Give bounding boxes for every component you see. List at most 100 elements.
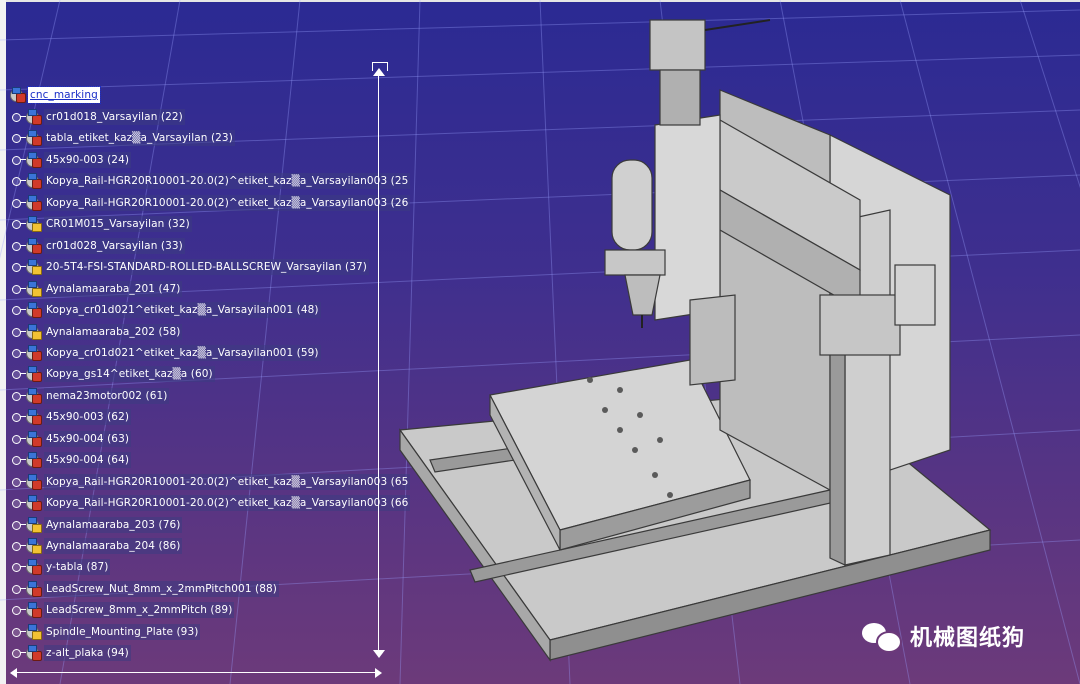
tree-item-label[interactable]: tabla_etiket_kaz▒a_Varsayilan (23) xyxy=(44,130,235,147)
expand-node-icon[interactable] xyxy=(10,494,26,512)
tree-item[interactable]: 45x90-004 (63) xyxy=(10,430,132,448)
tree-item[interactable]: Aynalamaaraba_201 (47) xyxy=(10,280,183,298)
tree-item-label[interactable]: 45x90-003 (24) xyxy=(44,151,132,168)
tree-item-label[interactable]: Kopya_gs14^etiket_kaz▒a (60) xyxy=(44,366,215,383)
expand-node-icon[interactable] xyxy=(10,323,26,341)
tree-item[interactable]: Kopya_Rail-HGR20R10001-20.0(2)^etiket_ka… xyxy=(10,172,411,190)
tree-item[interactable]: Aynalamaaraba_203 (76) xyxy=(10,516,183,534)
tree-item[interactable]: 45x90-003 (62) xyxy=(10,408,132,426)
expand-node-icon[interactable] xyxy=(10,580,26,598)
tree-part-icon xyxy=(26,409,42,426)
tree-part-icon xyxy=(26,473,42,490)
expand-node-icon[interactable] xyxy=(10,258,26,276)
tree-part-icon xyxy=(26,559,42,576)
expand-node-icon[interactable] xyxy=(10,644,26,662)
tree-item[interactable]: 45x90-003 (24) xyxy=(10,151,132,169)
tree-item-label[interactable]: Kopya_Rail-HGR20R10001-20.0(2)^etiket_ka… xyxy=(44,473,411,490)
expand-node-icon[interactable] xyxy=(10,280,26,298)
tree-item[interactable]: Kopya_Rail-HGR20R10001-20.0(2)^etiket_ka… xyxy=(10,473,411,491)
watermark-text: 机械图纸狗 xyxy=(910,626,1026,651)
tree-item[interactable]: Kopya_gs14^etiket_kaz▒a (60) xyxy=(10,365,215,383)
expand-node-icon[interactable] xyxy=(10,558,26,576)
tree-item-label[interactable]: nema23motor002 (61) xyxy=(44,387,170,404)
tree-item-label[interactable]: 45x90-004 (64) xyxy=(44,452,132,469)
expand-node-icon[interactable] xyxy=(10,601,26,619)
expand-node-icon[interactable] xyxy=(10,516,26,534)
tree-item-label[interactable]: Spindle_Mounting_Plate (93) xyxy=(44,623,201,640)
tree-item[interactable]: LeadScrew_Nut_8mm_x_2mmPitch001 (88) xyxy=(10,580,280,598)
expand-node-icon[interactable] xyxy=(10,129,26,147)
scroll-down-arrow-icon[interactable] xyxy=(373,650,385,658)
expand-node-icon[interactable] xyxy=(10,451,26,469)
expand-node-icon[interactable] xyxy=(10,537,26,555)
tree-part-icon xyxy=(26,452,42,469)
expand-node-icon[interactable] xyxy=(10,151,26,169)
tree-item[interactable]: LeadScrew_8mm_x_2mmPitch (89) xyxy=(10,601,235,619)
tree-part-icon xyxy=(26,302,42,319)
tree-item-label[interactable]: Kopya_Rail-HGR20R10001-20.0(2)^etiket_ka… xyxy=(44,495,411,512)
cnc-3d-model-viewport[interactable] xyxy=(390,10,1030,670)
tree-root-row[interactable]: cnc_marking xyxy=(10,86,101,104)
tree-item-label[interactable]: Kopya_cr01d021^etiket_kaz▒a_Varsayilan00… xyxy=(44,302,321,319)
expand-node-icon[interactable] xyxy=(10,172,26,190)
tree-vertical-scrollbar[interactable] xyxy=(370,62,388,668)
tree-item-label[interactable]: LeadScrew_Nut_8mm_x_2mmPitch001 (88) xyxy=(44,580,280,597)
tree-item[interactable]: 45x90-004 (64) xyxy=(10,451,132,469)
tree-horizontal-scrollbar[interactable] xyxy=(10,668,382,678)
tree-item-label[interactable]: Aynalamaaraba_202 (58) xyxy=(44,323,183,340)
expand-node-icon[interactable] xyxy=(10,344,26,362)
tree-item-label[interactable]: 20-5T4-FSI-STANDARD-ROLLED-BALLSCREW_Var… xyxy=(44,259,369,276)
tree-item[interactable]: Aynalamaaraba_204 (86) xyxy=(10,537,183,555)
scroll-up-arrow-icon[interactable] xyxy=(373,68,385,76)
tree-item-label[interactable]: Aynalamaaraba_204 (86) xyxy=(44,538,183,554)
tree-part-icon xyxy=(26,602,42,619)
expand-node-icon[interactable] xyxy=(10,215,26,233)
tree-part-icon xyxy=(26,173,42,190)
expand-node-icon[interactable] xyxy=(10,237,26,255)
product-root-icon xyxy=(10,87,26,103)
tree-part-icon xyxy=(26,237,42,254)
tree-item-label[interactable]: Kopya_cr01d021^etiket_kaz▒a_Varsayilan00… xyxy=(44,344,321,361)
expand-node-icon[interactable] xyxy=(10,623,26,641)
expand-node-icon[interactable] xyxy=(10,194,26,212)
scroll-left-arrow-icon[interactable] xyxy=(10,668,17,678)
expand-node-icon[interactable] xyxy=(10,430,26,448)
expand-node-icon[interactable] xyxy=(10,473,26,491)
tree-item[interactable]: Aynalamaaraba_202 (58) xyxy=(10,323,183,341)
tree-item[interactable]: cr01d018_Varsayilan (22) xyxy=(10,108,185,126)
tree-root-label[interactable]: cnc_marking xyxy=(27,86,101,104)
tree-item[interactable]: CR01M015_Varsayilan (32) xyxy=(10,215,192,233)
tree-item-label[interactable]: Aynalamaaraba_203 (76) xyxy=(44,516,183,533)
tree-item-label[interactable]: LeadScrew_8mm_x_2mmPitch (89) xyxy=(44,602,235,619)
tree-item-label[interactable]: Kopya_Rail-HGR20R10001-20.0(2)^etiket_ka… xyxy=(44,173,411,190)
tree-item[interactable]: 20-5T4-FSI-STANDARD-ROLLED-BALLSCREW_Var… xyxy=(10,258,369,276)
tree-item[interactable]: cr01d028_Varsayilan (33) xyxy=(10,237,185,255)
tree-item-label[interactable]: 45x90-003 (62) xyxy=(44,409,132,426)
tree-item-label[interactable]: y-tabla (87) xyxy=(44,559,111,576)
expand-node-icon[interactable] xyxy=(10,387,26,405)
tree-item-label[interactable]: CR01M015_Varsayilan (32) xyxy=(44,216,192,233)
tree-item[interactable]: Spindle_Mounting_Plate (93) xyxy=(10,623,201,641)
tree-item[interactable]: Kopya_cr01d021^etiket_kaz▒a_Varsayilan00… xyxy=(10,301,321,319)
tree-item-label[interactable]: z-alt_plaka (94) xyxy=(44,645,131,662)
tree-assembly-icon xyxy=(26,259,42,276)
tree-part-icon xyxy=(26,344,42,361)
tree-item-label[interactable]: cr01d018_Varsayilan (22) xyxy=(44,109,185,125)
expand-node-icon[interactable] xyxy=(10,108,26,126)
tree-item[interactable]: nema23motor002 (61) xyxy=(10,387,170,405)
expand-node-icon[interactable] xyxy=(10,408,26,426)
tree-item[interactable]: Kopya_Rail-HGR20R10001-20.0(2)^etiket_ka… xyxy=(10,494,411,512)
tree-item-label[interactable]: 45x90-004 (63) xyxy=(44,430,132,447)
tree-item-label[interactable]: Kopya_Rail-HGR20R10001-20.0(2)^etiket_ka… xyxy=(44,194,411,211)
tree-item-label[interactable]: Aynalamaaraba_201 (47) xyxy=(44,280,183,297)
tree-item-label[interactable]: cr01d028_Varsayilan (33) xyxy=(44,237,185,254)
tree-item[interactable]: Kopya_cr01d021^etiket_kaz▒a_Varsayilan00… xyxy=(10,344,321,362)
tree-item[interactable]: y-tabla (87) xyxy=(10,558,111,576)
expand-node-icon[interactable] xyxy=(10,365,26,383)
tree-item[interactable]: Kopya_Rail-HGR20R10001-20.0(2)^etiket_ka… xyxy=(10,194,411,212)
tree-item[interactable]: z-alt_plaka (94) xyxy=(10,644,131,662)
expand-node-icon[interactable] xyxy=(10,301,26,319)
scroll-right-arrow-icon[interactable] xyxy=(375,668,382,678)
tree-assembly-icon xyxy=(26,216,42,233)
tree-item[interactable]: tabla_etiket_kaz▒a_Varsayilan (23) xyxy=(10,129,235,147)
